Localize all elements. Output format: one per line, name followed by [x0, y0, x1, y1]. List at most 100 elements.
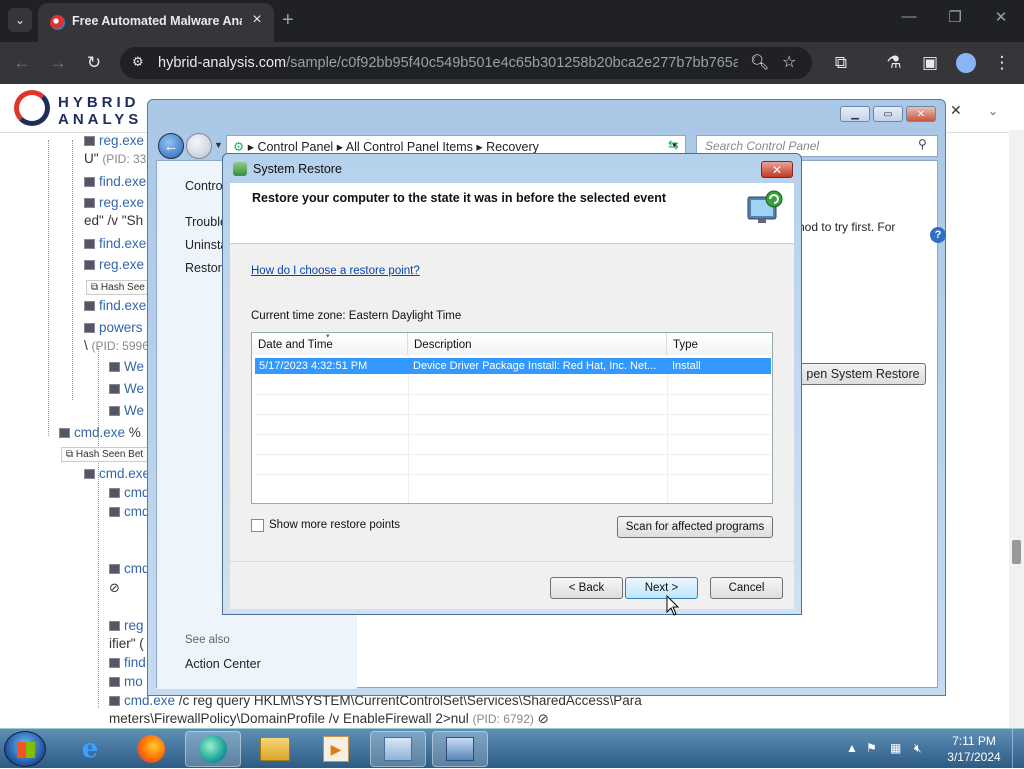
cp-forward-icon[interactable] — [186, 133, 212, 159]
breadcrumb-item[interactable]: Recovery — [486, 140, 539, 154]
action-center-flag-icon[interactable]: ⚑ — [866, 741, 877, 755]
process-tree-item[interactable]: find.exe — [84, 236, 146, 251]
help-icon[interactable]: ? — [930, 227, 946, 243]
window-minimize-button[interactable]: — — [897, 8, 921, 25]
tab-search-button[interactable]: ⌄ — [8, 8, 32, 32]
network-icon[interactable]: ▦ — [890, 741, 901, 755]
cp-back-icon[interactable]: ← — [158, 133, 184, 159]
site-favicon-icon — [50, 15, 65, 30]
restore-points-list[interactable]: Date and Time ▾ Description Type 5/17/20… — [251, 332, 773, 504]
hash-seen-badge[interactable]: ⧉ Hash See — [86, 278, 150, 295]
address-bar[interactable]: ⚙ hybrid-analysis.com/sample/c0f92bb95f4… — [120, 47, 812, 79]
process-tree-item[interactable]: find.exe — [84, 174, 146, 189]
show-hidden-icons-chevron[interactable]: ▲ — [846, 741, 858, 755]
process-tree-item[interactable]: cmd.exe — [84, 466, 150, 481]
process-tree-item[interactable]: reg.exe — [84, 195, 144, 210]
firefox-icon[interactable] — [123, 731, 179, 767]
process-icon — [109, 362, 120, 372]
restore-point-help-link[interactable]: How do I choose a restore point? — [251, 265, 420, 277]
zoom-icon[interactable]: 🔍︎ — [750, 53, 769, 71]
breadcrumb-item[interactable]: All Control Panel Items — [346, 140, 473, 154]
process-tree-item: \ (PID: 5996 — [84, 338, 149, 353]
window-close-button[interactable]: ✕ — [989, 8, 1013, 26]
reload-icon[interactable]: ↻ — [82, 51, 106, 75]
side-panel-icon[interactable]: ▣ — [918, 51, 942, 75]
process-tree-item[interactable]: powers — [84, 320, 143, 335]
process-tree-item[interactable]: reg — [109, 618, 144, 633]
process-tree-item[interactable]: reg.exe — [84, 257, 144, 272]
process-tree-item[interactable]: cmd — [109, 504, 150, 519]
sort-arrow-icon: ▾ — [326, 333, 330, 340]
cp-left-link[interactable]: Trouble — [185, 215, 227, 229]
profile-avatar-icon[interactable] — [954, 51, 978, 75]
process-icon — [84, 260, 95, 270]
site-logo-text[interactable]: HYBRID ANALYS — [58, 94, 142, 128]
hybrid-analysis-logo-icon[interactable] — [14, 90, 50, 126]
start-button[interactable] — [4, 731, 46, 767]
show-desktop-button[interactable] — [1012, 729, 1024, 769]
dropdown-chevron-icon[interactable]: ⌄ — [988, 104, 998, 118]
column-header-date[interactable]: Date and Time — [252, 333, 408, 355]
file-explorer-icon[interactable] — [247, 731, 303, 767]
breadcrumb-item[interactable]: Control Panel — [257, 140, 333, 154]
open-system-restore-button[interactable]: pen System Restore — [800, 363, 926, 385]
bookmark-star-icon[interactable]: ☆ — [782, 52, 796, 72]
windows-logo-icon — [17, 742, 35, 758]
browser-menu-icon[interactable]: ⋮ — [990, 51, 1014, 75]
restore-point-description: Device Driver Package Install: Red Hat, … — [413, 360, 657, 372]
process-tree-item[interactable]: We — [109, 359, 144, 374]
search-icon[interactable]: ⚲ — [918, 137, 927, 151]
edge-browser-icon[interactable] — [185, 731, 241, 767]
page-close-icon[interactable]: ✕ — [950, 102, 962, 119]
next-button[interactable]: Next > — [625, 577, 698, 599]
process-tree-item[interactable]: find.exe — [84, 298, 146, 313]
process-tree-item[interactable]: We — [109, 403, 144, 418]
process-tree-item[interactable]: cmd — [109, 561, 150, 576]
tab-close-icon[interactable]: × — [248, 11, 266, 29]
scrollbar-thumb[interactable] — [1012, 540, 1021, 564]
extensions-icon[interactable]: ⧉ — [829, 51, 853, 75]
browser-tab[interactable]: Free Automated Malware Anal × — [38, 3, 274, 42]
page-scrollbar[interactable] — [1009, 130, 1024, 728]
taskbar-clock[interactable]: 7:11 PM 3/17/2024 — [944, 733, 1004, 765]
column-header-description[interactable]: Description — [408, 333, 667, 355]
hash-seen-badge[interactable]: ⧉ Hash Seen Bet — [61, 445, 149, 462]
internet-explorer-icon[interactable]: e — [62, 731, 118, 767]
media-player-icon[interactable]: ▶ — [308, 731, 364, 767]
window-restore-button[interactable]: ❐ — [943, 8, 967, 26]
show-more-checkbox[interactable] — [251, 519, 264, 532]
cp-maximize-button[interactable]: ▭ — [873, 106, 903, 122]
cancel-button[interactable]: Cancel — [710, 577, 783, 599]
process-tree-item[interactable]: We — [109, 381, 144, 396]
row-divider — [255, 434, 771, 435]
process-tree-item[interactable]: mo — [109, 674, 143, 689]
process-icon — [109, 384, 120, 394]
back-arrow-icon[interactable]: ← — [10, 51, 34, 75]
cp-minimize-button[interactable]: ▁ — [840, 106, 870, 122]
column-header-type[interactable]: Type — [667, 333, 772, 355]
process-tree-item[interactable]: cmd — [109, 485, 150, 500]
control-panel-taskbar-icon[interactable] — [370, 731, 426, 767]
show-more-label[interactable]: Show more restore points — [269, 519, 400, 531]
new-tab-button[interactable]: + — [282, 9, 294, 32]
process-tree-item[interactable]: reg.exe — [84, 133, 144, 148]
scan-affected-programs-button[interactable]: Scan for affected programs — [617, 516, 773, 538]
dialog-close-button[interactable]: ✕ — [761, 161, 793, 178]
process-tree-item: ifier" ( — [109, 636, 144, 651]
process-tree-item[interactable]: find — [109, 655, 146, 670]
volume-muted-icon[interactable]: 🔇︎ — [914, 741, 922, 756]
dialog-footer: < Back Next > Cancel — [230, 561, 794, 609]
history-chevron-icon[interactable]: ▼ — [214, 140, 223, 150]
cp-left-link[interactable]: Control — [185, 179, 225, 193]
monitor-restore-icon — [747, 190, 783, 223]
forward-arrow-icon[interactable]: → — [46, 51, 70, 75]
back-button[interactable]: < Back — [550, 577, 623, 599]
cp-close-button[interactable]: ✕ — [906, 106, 936, 122]
process-tree-item[interactable]: cmd.exe % — [59, 425, 141, 440]
restore-point-row[interactable]: 5/17/2023 4:32:51 PM Device Driver Packa… — [255, 358, 771, 374]
url-text[interactable]: hybrid-analysis.com/sample/c0f92bb95f40c… — [158, 55, 738, 71]
labs-flask-icon[interactable]: ⚗ — [882, 51, 906, 75]
action-center-link[interactable]: Action Center — [185, 657, 261, 671]
site-info-icon[interactable]: ⚙ — [132, 54, 144, 70]
system-restore-taskbar-icon[interactable] — [432, 731, 488, 767]
